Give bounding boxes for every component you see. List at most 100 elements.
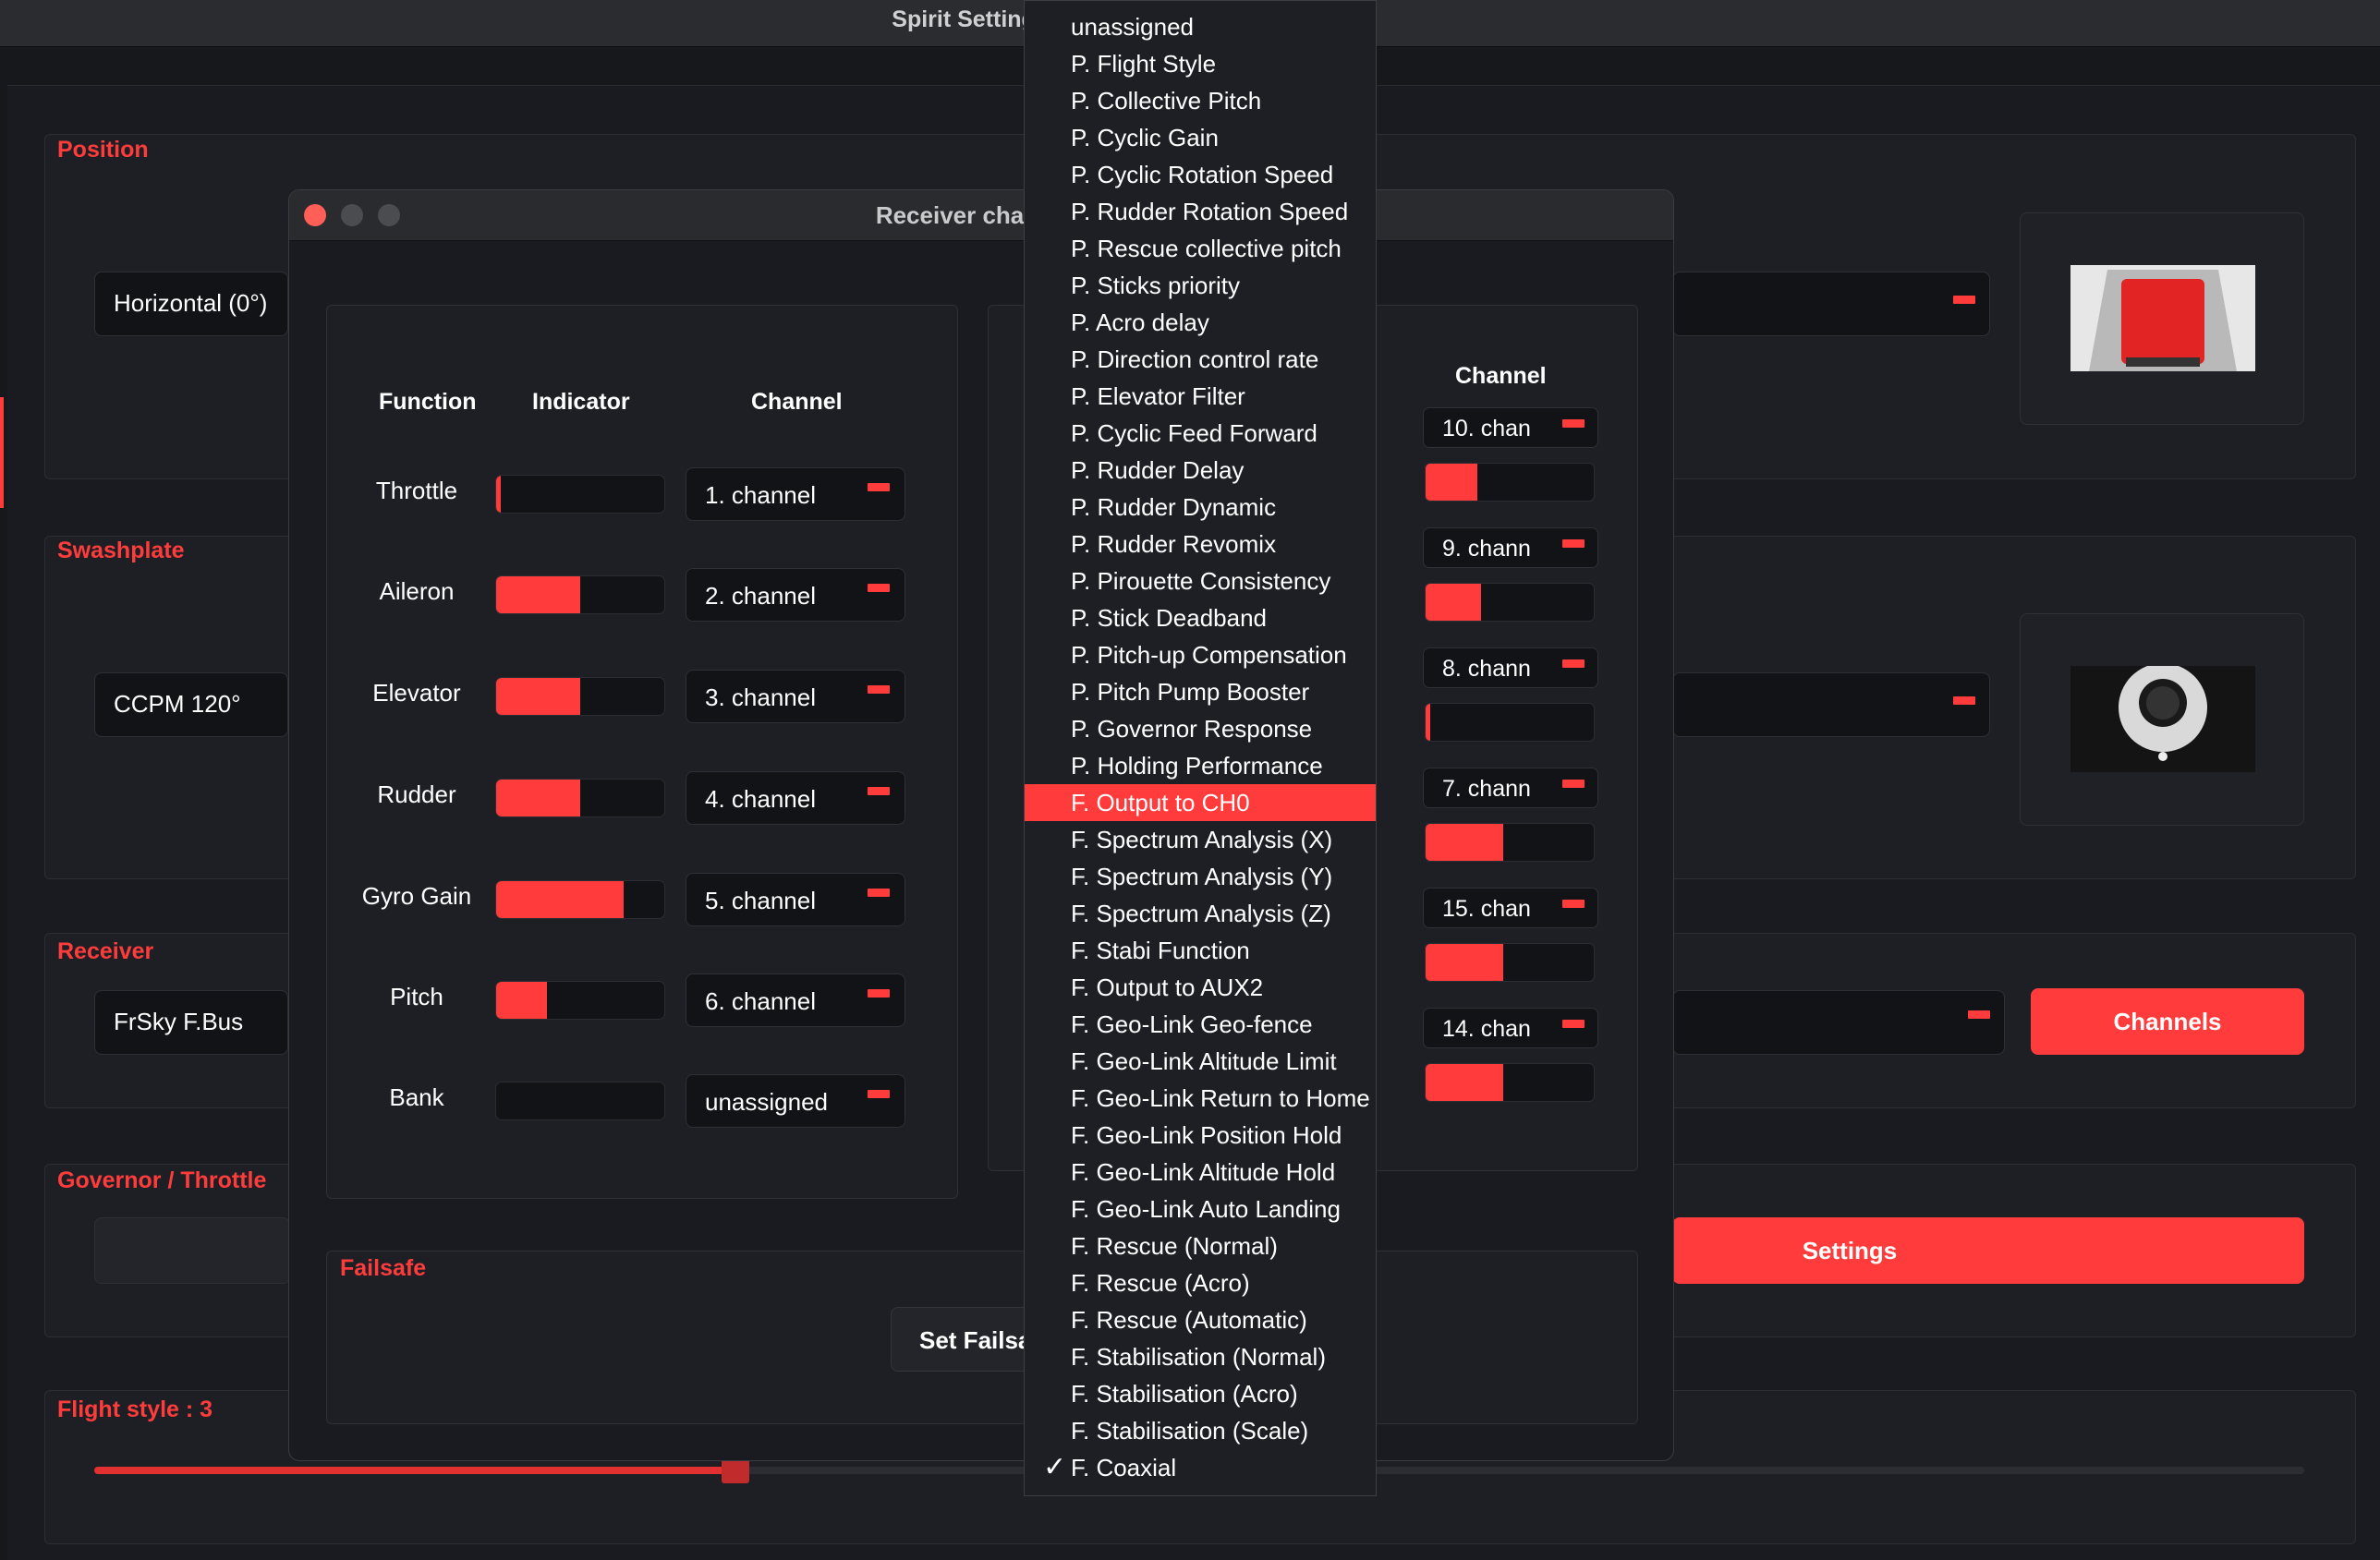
dropdown-option[interactable]: P. Flight Style xyxy=(1025,45,1376,82)
aux-channel-select[interactable]: 15. chan xyxy=(1423,888,1598,928)
swashplate-dropdown-arrow-icon[interactable] xyxy=(1953,696,1975,705)
aux-dropdown-arrow-icon[interactable] xyxy=(1562,780,1585,788)
channel-dropdown-arrow-icon[interactable] xyxy=(868,787,890,795)
indicator-fill xyxy=(496,576,580,613)
channel-select[interactable]: 3. channel xyxy=(686,670,905,723)
dropdown-option[interactable]: F. Rescue (Normal) xyxy=(1025,1227,1376,1264)
dropdown-option[interactable]: P. Collective Pitch xyxy=(1025,82,1376,119)
position-select-right[interactable] xyxy=(1672,272,1990,336)
dropdown-option[interactable]: P. Sticks priority xyxy=(1025,267,1376,304)
channel-indicator xyxy=(495,475,665,514)
dropdown-option[interactable]: P. Rescue collective pitch xyxy=(1025,230,1376,267)
dropdown-option[interactable]: F. Geo-Link Altitude Hold xyxy=(1025,1154,1376,1191)
flight-style-slider-handle[interactable] xyxy=(721,1457,749,1483)
dropdown-option[interactable]: P. Stick Deadband xyxy=(1025,599,1376,636)
channel-dropdown-arrow-icon[interactable] xyxy=(868,685,890,694)
dropdown-option[interactable]: ✓ F. Coaxial xyxy=(1025,1449,1376,1486)
aux-dropdown-arrow-icon[interactable] xyxy=(1562,659,1585,668)
aux-channel-indicator xyxy=(1425,823,1595,862)
aux-dropdown-arrow-icon[interactable] xyxy=(1562,1020,1585,1028)
aux-dropdown-arrow-icon[interactable] xyxy=(1562,419,1585,428)
channel-select[interactable]: 4. channel xyxy=(686,771,905,825)
dropdown-option[interactable]: F. Output to CH0 xyxy=(1025,784,1376,821)
dropdown-option-label: P. Acro delay xyxy=(1071,308,1209,336)
dropdown-option[interactable]: F. Stabilisation (Scale) xyxy=(1025,1412,1376,1449)
failsafe-label: Failsafe xyxy=(340,1255,427,1281)
dropdown-option[interactable]: F. Geo-Link Return to Home xyxy=(1025,1080,1376,1117)
aux-channel-select[interactable]: 8. chann xyxy=(1423,647,1598,688)
dropdown-option-label: F. Stabilisation (Normal) xyxy=(1071,1343,1326,1371)
channel-dropdown-arrow-icon[interactable] xyxy=(868,989,890,998)
aux-dropdown-arrow-icon[interactable] xyxy=(1562,539,1585,548)
dropdown-option[interactable]: unassigned xyxy=(1025,8,1376,45)
dropdown-option[interactable]: F. Stabilisation (Normal) xyxy=(1025,1338,1376,1375)
channel-select[interactable]: 2. channel xyxy=(686,568,905,622)
dropdown-option[interactable]: F. Geo-Link Geo-fence xyxy=(1025,1006,1376,1043)
receiver-dropdown-arrow-icon[interactable] xyxy=(1968,1010,1990,1019)
dropdown-option[interactable]: P. Pitch-up Compensation xyxy=(1025,636,1376,673)
channel-dropdown-arrow-icon[interactable] xyxy=(868,584,890,592)
dropdown-option[interactable]: P. Rudder Revomix xyxy=(1025,526,1376,562)
dropdown-option[interactable]: P. Pitch Pump Booster xyxy=(1025,673,1376,710)
channel-dropdown-arrow-icon[interactable] xyxy=(868,483,890,491)
dropdown-option[interactable]: P. Rudder Rotation Speed xyxy=(1025,193,1376,230)
dropdown-option[interactable]: F. Spectrum Analysis (Z) xyxy=(1025,895,1376,932)
dropdown-option-label: F. Geo-Link Geo-fence xyxy=(1071,1010,1313,1038)
dropdown-option[interactable]: F. Rescue (Acro) xyxy=(1025,1264,1376,1301)
aux-channel-select[interactable]: 7. chann xyxy=(1423,768,1598,808)
function-dropdown-menu[interactable]: unassigned P. Flight Style P. Collective P… xyxy=(1024,0,1377,1496)
dropdown-option[interactable]: F. Spectrum Analysis (Y) xyxy=(1025,858,1376,895)
dropdown-option[interactable]: P. Cyclic Rotation Speed xyxy=(1025,156,1376,193)
receiver-select[interactable]: FrSky F.Bus xyxy=(94,990,288,1055)
aux-channel-select[interactable]: 9. chann xyxy=(1423,527,1598,568)
aux-channel-value: 9. chann xyxy=(1442,536,1531,562)
governor-input[interactable] xyxy=(94,1217,290,1284)
dropdown-option[interactable]: F. Spectrum Analysis (X) xyxy=(1025,821,1376,858)
channel-dropdown-arrow-icon[interactable] xyxy=(868,889,890,897)
dropdown-option[interactable]: F. Stabilisation (Acro) xyxy=(1025,1375,1376,1412)
swashplate-select[interactable]: CCPM 120° xyxy=(94,672,288,737)
dropdown-option[interactable]: P. Direction control rate xyxy=(1025,341,1376,378)
channel-select[interactable]: unassigned xyxy=(686,1074,905,1128)
aux-dropdown-arrow-icon[interactable] xyxy=(1562,900,1585,908)
dropdown-option[interactable]: F. Geo-Link Position Hold xyxy=(1025,1117,1376,1154)
receiver-select-right[interactable] xyxy=(1672,990,2005,1055)
channel-indicator xyxy=(495,981,665,1020)
channel-select[interactable]: 6. channel xyxy=(686,973,905,1027)
channels-button[interactable]: Channels xyxy=(2031,988,2304,1055)
dropdown-option-label: P. Flight Style xyxy=(1071,50,1217,78)
position-select[interactable]: Horizontal (0°) xyxy=(94,272,288,336)
receiver-channels-dialog: Receiver channels Function Indicator Cha… xyxy=(288,189,1674,1461)
swashplate-label: Swashplate xyxy=(57,538,185,563)
dropdown-option[interactable]: P. Rudder Dynamic xyxy=(1025,489,1376,526)
function-label: Gyro Gain xyxy=(361,882,472,910)
dropdown-option-label: P. Rudder Revomix xyxy=(1071,530,1277,558)
dropdown-option[interactable]: P. Cyclic Feed Forward xyxy=(1025,415,1376,452)
aux-channel-select[interactable]: 14. chan xyxy=(1423,1008,1598,1048)
dropdown-option[interactable]: P. Holding Performance xyxy=(1025,747,1376,784)
dropdown-option[interactable]: P. Governor Response xyxy=(1025,710,1376,747)
dropdown-option[interactable]: P. Acro delay xyxy=(1025,304,1376,341)
dropdown-option[interactable]: P. Rudder Delay xyxy=(1025,452,1376,489)
settings-button[interactable]: Settings xyxy=(1672,1217,2304,1284)
dropdown-option[interactable]: F. Stabi Function xyxy=(1025,932,1376,969)
channel-indicator xyxy=(495,575,665,614)
channel-dropdown-arrow-icon[interactable] xyxy=(868,1090,890,1098)
dropdown-option-label: P. Cyclic Rotation Speed xyxy=(1071,161,1334,188)
channel-indicator xyxy=(495,677,665,716)
swashplate-select-right[interactable] xyxy=(1672,672,1990,737)
flight-style-slider-fill xyxy=(94,1467,735,1474)
position-dropdown-arrow-icon[interactable] xyxy=(1953,296,1975,304)
dropdown-option[interactable]: P. Elevator Filter xyxy=(1025,378,1376,415)
dropdown-option[interactable]: F. Output to AUX2 xyxy=(1025,969,1376,1006)
dropdown-option[interactable]: P. Pirouette Consistency xyxy=(1025,562,1376,599)
channel-select[interactable]: 5. channel xyxy=(686,873,905,926)
dropdown-option[interactable]: P. Cyclic Gain xyxy=(1025,119,1376,156)
channel-select[interactable]: 1. channel xyxy=(686,467,905,521)
dropdown-option[interactable]: F. Geo-Link Altitude Limit xyxy=(1025,1043,1376,1080)
dropdown-option[interactable]: F. Rescue (Automatic) xyxy=(1025,1301,1376,1338)
dropdown-option-label: F. Rescue (Automatic) xyxy=(1071,1306,1307,1334)
dropdown-option[interactable]: F. Geo-Link Auto Landing xyxy=(1025,1191,1376,1227)
function-header: Function xyxy=(379,389,477,415)
aux-channel-select[interactable]: 10. chan xyxy=(1423,407,1598,448)
